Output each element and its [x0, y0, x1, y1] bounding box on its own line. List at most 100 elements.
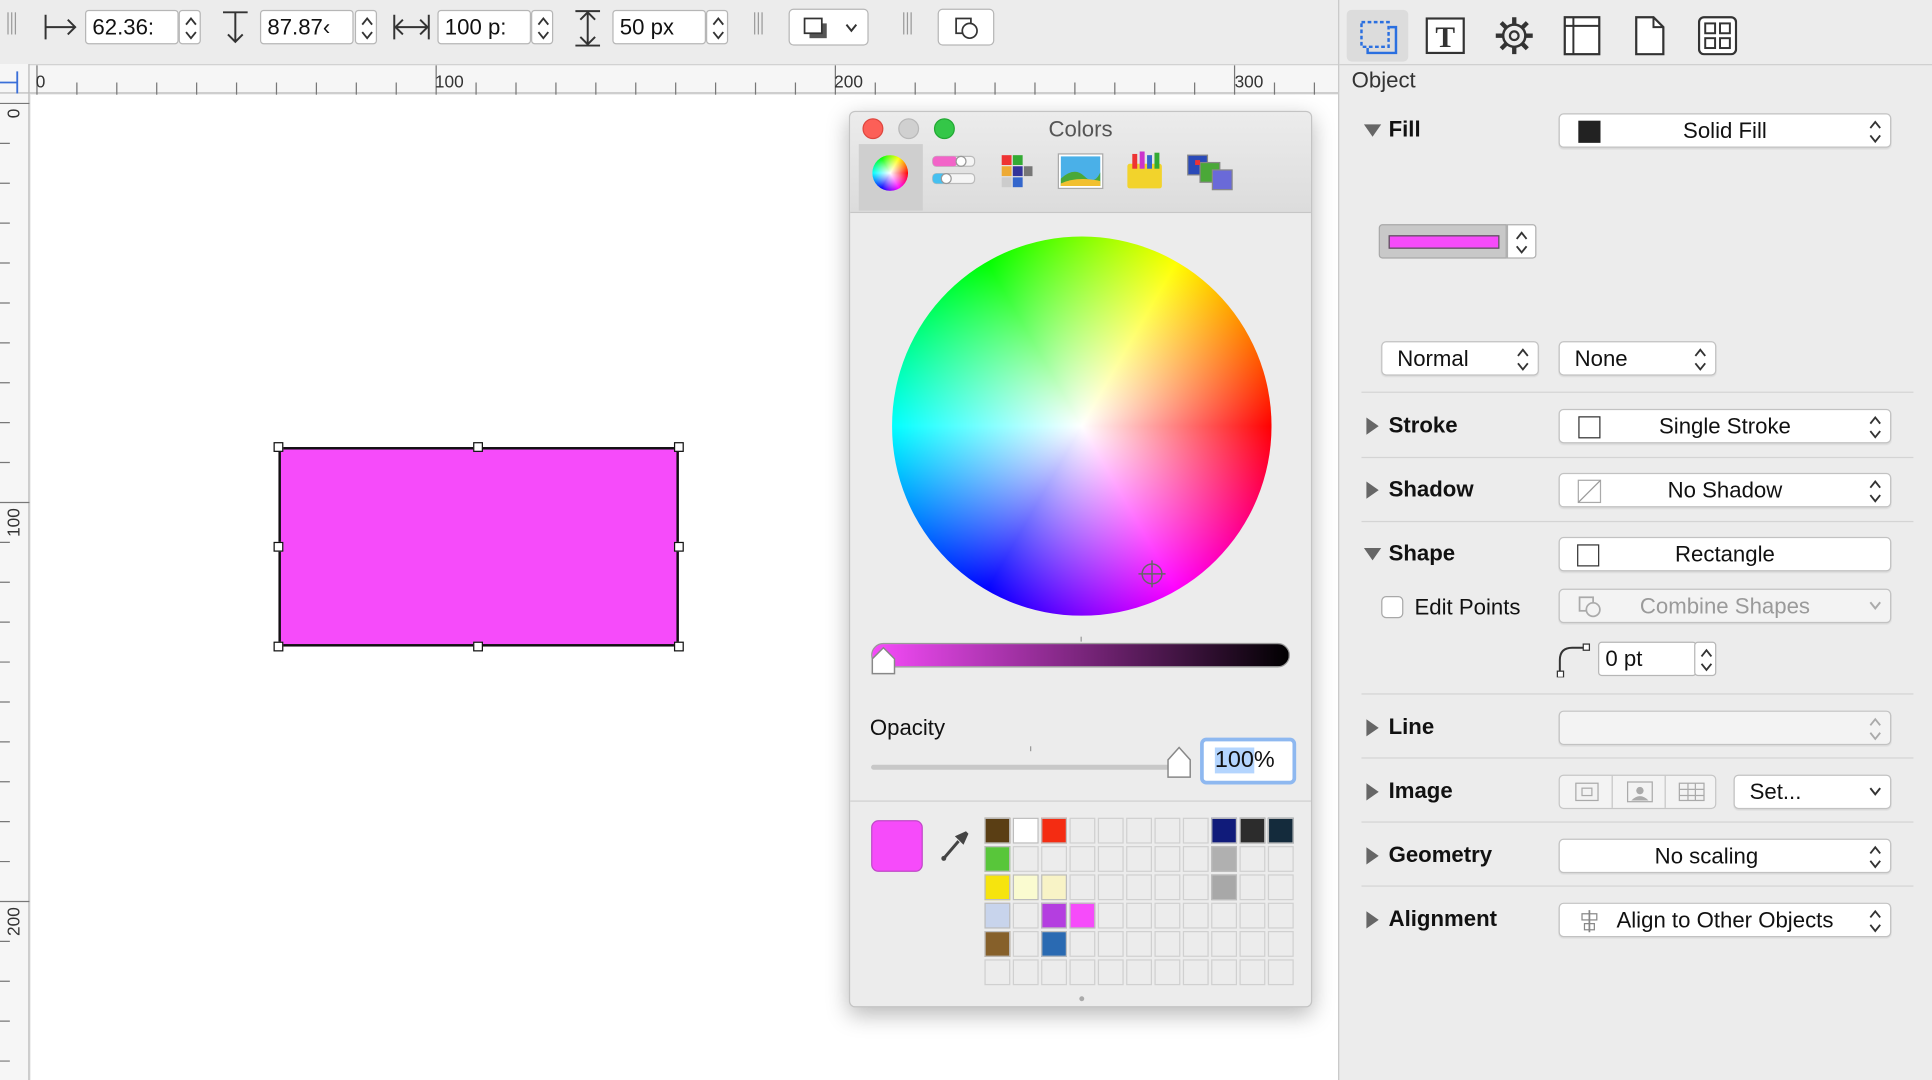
combine-shapes-dropdown[interactable]: Combine Shapes: [1558, 588, 1892, 624]
color-swatch[interactable]: [1126, 959, 1153, 986]
color-swatch[interactable]: [1239, 931, 1266, 957]
color-swatch[interactable]: [1182, 846, 1209, 872]
color-swatch[interactable]: [1126, 874, 1153, 901]
shadow-style-dropdown[interactable]: [788, 8, 869, 46]
blend-mode-dropdown[interactable]: Normal: [1381, 341, 1539, 376]
color-swatch[interactable]: [1041, 959, 1067, 986]
color-swatch[interactable]: [1211, 817, 1238, 844]
color-swatch[interactable]: [984, 817, 1011, 844]
color-swatch[interactable]: [1097, 846, 1124, 872]
fill-disclosure-triangle[interactable]: [1363, 124, 1382, 137]
color-swatch[interactable]: [1154, 902, 1181, 929]
color-swatch[interactable]: [1126, 902, 1153, 929]
color-swatch[interactable]: [984, 874, 1011, 901]
image-disclosure-triangle[interactable]: [1366, 783, 1379, 801]
color-swatch[interactable]: [984, 959, 1011, 986]
brightness-slider-knob[interactable]: [870, 646, 897, 677]
color-swatch[interactable]: [1267, 902, 1294, 929]
resize-handle-bottom[interactable]: [473, 641, 483, 652]
y-position-stepper[interactable]: [354, 9, 378, 45]
color-swatch[interactable]: [1126, 931, 1153, 957]
color-swatch-grid[interactable]: [984, 817, 1294, 986]
x-position-stepper[interactable]: [178, 9, 201, 45]
alignment-dropdown[interactable]: Align to Other Objects: [1558, 902, 1892, 938]
x-position-field[interactable]: 62.36:: [85, 9, 179, 45]
color-swatch[interactable]: [1069, 846, 1096, 872]
color-swatch[interactable]: [1154, 931, 1181, 957]
corner-radius-field[interactable]: 0 pt: [1598, 641, 1697, 677]
color-swatch[interactable]: [1126, 817, 1153, 844]
color-palettes-icon[interactable]: [998, 151, 1035, 190]
color-swatch[interactable]: [1182, 959, 1209, 986]
tab-object-inspector[interactable]: [1346, 9, 1409, 62]
opacity-slider-knob[interactable]: [1166, 745, 1193, 779]
color-swatch[interactable]: [1182, 902, 1209, 929]
color-swatch[interactable]: [1097, 959, 1124, 986]
vertical-ruler[interactable]: 0 100 200: [0, 93, 30, 1080]
image-tile-icon[interactable]: [1678, 782, 1705, 802]
tab-properties-inspector[interactable]: [1482, 10, 1544, 62]
color-swatch[interactable]: [1211, 874, 1238, 901]
color-swatch[interactable]: [1239, 959, 1266, 986]
color-wheel[interactable]: [892, 236, 1272, 616]
shadow-dropdown[interactable]: No Shadow: [1558, 472, 1892, 508]
resize-handle-bottom-right[interactable]: [673, 641, 684, 652]
color-swatch[interactable]: [1069, 959, 1096, 986]
stroke-disclosure-triangle[interactable]: [1366, 417, 1379, 435]
width-field[interactable]: 100 p:: [437, 9, 532, 45]
y-position-field[interactable]: 87.87‹: [259, 9, 354, 45]
color-sliders-icon[interactable]: [931, 151, 976, 193]
tab-color-wheel[interactable]: [858, 144, 923, 211]
resize-handle-bottom-left[interactable]: [273, 641, 284, 652]
color-swatch[interactable]: [984, 846, 1011, 872]
image-fit-icon[interactable]: [1626, 781, 1653, 803]
alignment-disclosure-triangle[interactable]: [1366, 911, 1379, 929]
color-swatch[interactable]: [1211, 959, 1238, 986]
edit-points-checkbox[interactable]: [1381, 596, 1404, 619]
color-swatch[interactable]: [1182, 817, 1209, 844]
pencils-icon[interactable]: [1124, 151, 1166, 190]
color-swatch[interactable]: [1267, 874, 1294, 901]
tab-stencils-inspector[interactable]: [1686, 10, 1748, 62]
color-swatch[interactable]: [1069, 817, 1096, 844]
color-swatch[interactable]: [1211, 931, 1238, 957]
combine-button[interactable]: [937, 8, 995, 46]
color-swatch[interactable]: [1041, 874, 1067, 901]
eyedropper-icon[interactable]: [939, 826, 971, 863]
tab-document-inspector[interactable]: [1618, 10, 1680, 62]
color-swatch[interactable]: [1154, 817, 1181, 844]
image-set-dropdown[interactable]: Set...: [1733, 774, 1892, 810]
opacity-slider[interactable]: [871, 764, 1180, 770]
color-swatch[interactable]: [1041, 931, 1067, 957]
shape-dropdown[interactable]: Rectangle: [1558, 536, 1892, 572]
fill-type-dropdown[interactable]: Solid Fill: [1558, 113, 1892, 148]
toolbar-grip[interactable]: [903, 12, 913, 35]
color-swatch[interactable]: [1239, 846, 1266, 872]
current-color-well[interactable]: [871, 820, 923, 872]
color-swatch[interactable]: [1154, 846, 1181, 872]
color-swatch[interactable]: [1069, 874, 1096, 901]
image-natural-size-icon[interactable]: [1575, 782, 1600, 802]
color-swatch[interactable]: [1182, 874, 1209, 901]
fill-color-stepper[interactable]: [1506, 224, 1537, 259]
color-swatch[interactable]: [1012, 846, 1039, 872]
color-swatch[interactable]: [1012, 817, 1039, 844]
line-disclosure-triangle[interactable]: [1366, 719, 1379, 737]
color-swatch[interactable]: [1211, 902, 1238, 929]
color-swatch[interactable]: [1239, 874, 1266, 901]
color-swatch[interactable]: [1041, 846, 1067, 872]
horizontal-ruler[interactable]: 0 100 200 300: [29, 64, 1339, 95]
color-swatch[interactable]: [1126, 846, 1153, 872]
color-swatch[interactable]: [1239, 817, 1266, 844]
color-swatch[interactable]: [1097, 902, 1124, 929]
resize-handle-right[interactable]: [673, 541, 684, 552]
brightness-slider[interactable]: [871, 642, 1291, 668]
color-swatch[interactable]: [1041, 817, 1067, 844]
width-stepper[interactable]: [531, 9, 554, 45]
color-swatch[interactable]: [1267, 931, 1294, 957]
blend-secondary-dropdown[interactable]: None: [1558, 341, 1717, 376]
color-swatch[interactable]: [1267, 817, 1294, 844]
crayons-icon[interactable]: [1185, 151, 1234, 193]
color-swatch[interactable]: [1182, 931, 1209, 957]
height-field[interactable]: 50 px: [612, 9, 706, 45]
